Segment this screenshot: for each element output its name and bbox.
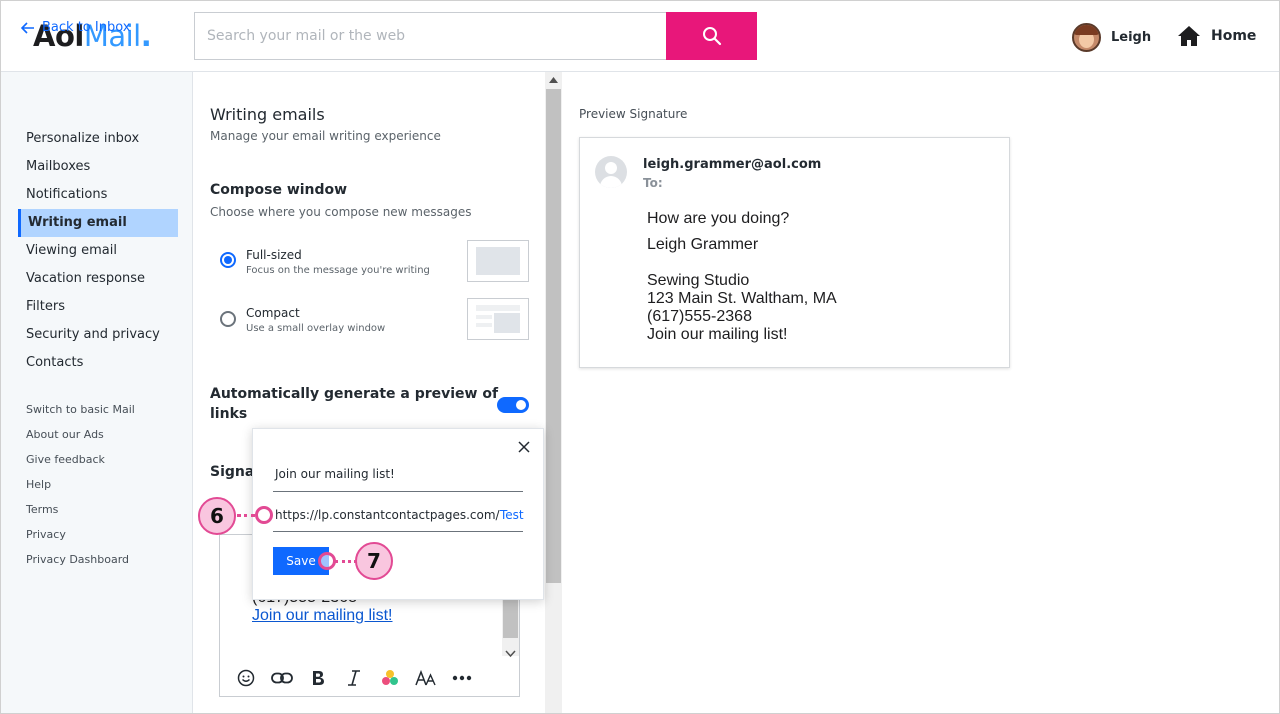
- search-button[interactable]: [666, 12, 757, 60]
- search-icon: [702, 27, 721, 46]
- text-color-button[interactable]: [372, 663, 408, 693]
- home-icon: [1178, 26, 1200, 46]
- privacy-link[interactable]: Privacy: [26, 528, 66, 541]
- color-palette-icon: [382, 669, 398, 685]
- emoji-button[interactable]: [228, 663, 264, 693]
- sidebar-item-viewing-email[interactable]: Viewing email: [18, 237, 178, 265]
- compose-window-heading: Compose window: [210, 182, 348, 198]
- compact-radio[interactable]: [220, 311, 236, 327]
- logo-dot: .: [140, 19, 152, 53]
- preview-from: leigh.grammer@aol.com: [643, 157, 822, 172]
- scroll-up-button[interactable]: [547, 74, 560, 86]
- preview-mailing-list: Join our mailing list!: [647, 326, 788, 343]
- back-to-inbox-link[interactable]: Back to Inbox: [21, 20, 130, 35]
- step-6-connector: [237, 514, 255, 517]
- home-label: Home: [1211, 28, 1257, 44]
- sidebar-item-filters[interactable]: Filters: [18, 293, 178, 321]
- about-ads-link[interactable]: About our Ads: [26, 428, 104, 441]
- sidebar-item-security-privacy[interactable]: Security and privacy: [18, 321, 178, 349]
- bold-icon: [313, 670, 324, 685]
- editor-mailing-list-link[interactable]: Join our mailing list!: [252, 607, 393, 625]
- sidebar-item-mailboxes[interactable]: Mailboxes: [18, 153, 178, 181]
- preview-address: 123 Main St. Waltham, MA: [647, 290, 837, 307]
- full-sized-desc: Focus on the message you're writing: [246, 265, 430, 276]
- sidebar-item-notifications[interactable]: Notifications: [18, 181, 178, 209]
- bold-button[interactable]: [300, 663, 336, 693]
- page-title: Writing emails: [210, 105, 325, 124]
- editor-scroll-thumb[interactable]: [503, 598, 518, 638]
- arrow-left-icon: [21, 21, 34, 34]
- search-input[interactable]: [195, 13, 666, 59]
- sidebar-item-personalize-inbox[interactable]: Personalize inbox: [18, 125, 178, 153]
- step-7-marker: 7: [355, 542, 393, 580]
- insert-link-button[interactable]: [264, 663, 300, 693]
- search-bar: [194, 12, 757, 60]
- step-6-marker: 6: [198, 497, 236, 535]
- editor-link-text[interactable]: Join our mailing list!: [252, 607, 393, 624]
- more-options-button[interactable]: [444, 663, 480, 693]
- full-sized-thumbnail[interactable]: [467, 240, 529, 282]
- full-sized-label: Full-sized: [246, 248, 302, 262]
- app-window: AolMail. Leigh Home Back to Inbox Person…: [0, 0, 1280, 714]
- settings-scroll-thumb[interactable]: [546, 89, 561, 583]
- back-to-inbox-label: Back to Inbox: [42, 20, 131, 35]
- avatar: [1072, 23, 1101, 52]
- compact-desc: Use a small overlay window: [246, 323, 386, 334]
- font-size-icon: [415, 669, 436, 685]
- preview-to-label: To:: [643, 176, 663, 190]
- preview-phone: (617)555-2368: [647, 308, 752, 325]
- sidebar-item-writing-email[interactable]: Writing email: [18, 209, 178, 237]
- top-header: AolMail. Leigh Home: [1, 1, 1279, 72]
- more-horizontal-icon: [452, 675, 472, 680]
- privacy-dashboard-link[interactable]: Privacy Dashboard: [26, 553, 129, 566]
- compose-window-subtitle: Choose where you compose new messages: [210, 205, 472, 219]
- test-link-button[interactable]: Test: [500, 508, 524, 522]
- step-7-target-ring: [318, 552, 336, 570]
- link-preview-heading-line2: links: [210, 406, 248, 422]
- preview-greeting: How are you doing?: [647, 210, 790, 227]
- sidebar-item-contacts[interactable]: Contacts: [18, 349, 178, 377]
- editor-toolbar: [220, 660, 519, 695]
- step-6-target-ring: [255, 506, 273, 524]
- link-preview-toggle[interactable]: [497, 397, 529, 413]
- triangle-up-icon: [549, 77, 558, 83]
- italic-button[interactable]: [336, 663, 372, 693]
- page-subtitle: Manage your email writing experience: [210, 129, 441, 143]
- emoji-icon: [237, 669, 255, 686]
- link-icon: [271, 672, 293, 683]
- compact-label: Compact: [246, 306, 300, 320]
- font-size-button[interactable]: [408, 663, 444, 693]
- user-profile-button[interactable]: Leigh: [1072, 23, 1151, 52]
- home-button[interactable]: Home: [1177, 25, 1256, 47]
- preview-company: Sewing Studio: [647, 272, 750, 289]
- full-sized-radio[interactable]: [220, 252, 236, 268]
- compact-thumbnail[interactable]: [467, 298, 529, 340]
- close-icon: [518, 441, 530, 453]
- step-7-connector: [335, 560, 357, 563]
- link-preview-heading: Automatically generate a preview of: [210, 386, 499, 402]
- give-feedback-link[interactable]: Give feedback: [26, 453, 105, 466]
- link-text-field[interactable]: Join our mailing list!: [273, 461, 523, 492]
- preview-name: Leigh Grammer: [647, 236, 759, 253]
- italic-icon: [348, 669, 360, 686]
- user-name: Leigh: [1111, 30, 1152, 45]
- help-link[interactable]: Help: [26, 478, 51, 491]
- chevron-down-icon: [505, 650, 516, 658]
- close-popup-button[interactable]: [516, 439, 532, 455]
- link-url-value: https://lp.constantcontactpages.com/: [275, 508, 500, 522]
- switch-basic-mail-link[interactable]: Switch to basic Mail: [26, 403, 135, 416]
- preview-signature-title: Preview Signature: [579, 107, 688, 121]
- terms-link[interactable]: Terms: [26, 503, 58, 516]
- sidebar-item-vacation-response[interactable]: Vacation response: [18, 265, 178, 293]
- default-avatar-icon: [595, 156, 627, 188]
